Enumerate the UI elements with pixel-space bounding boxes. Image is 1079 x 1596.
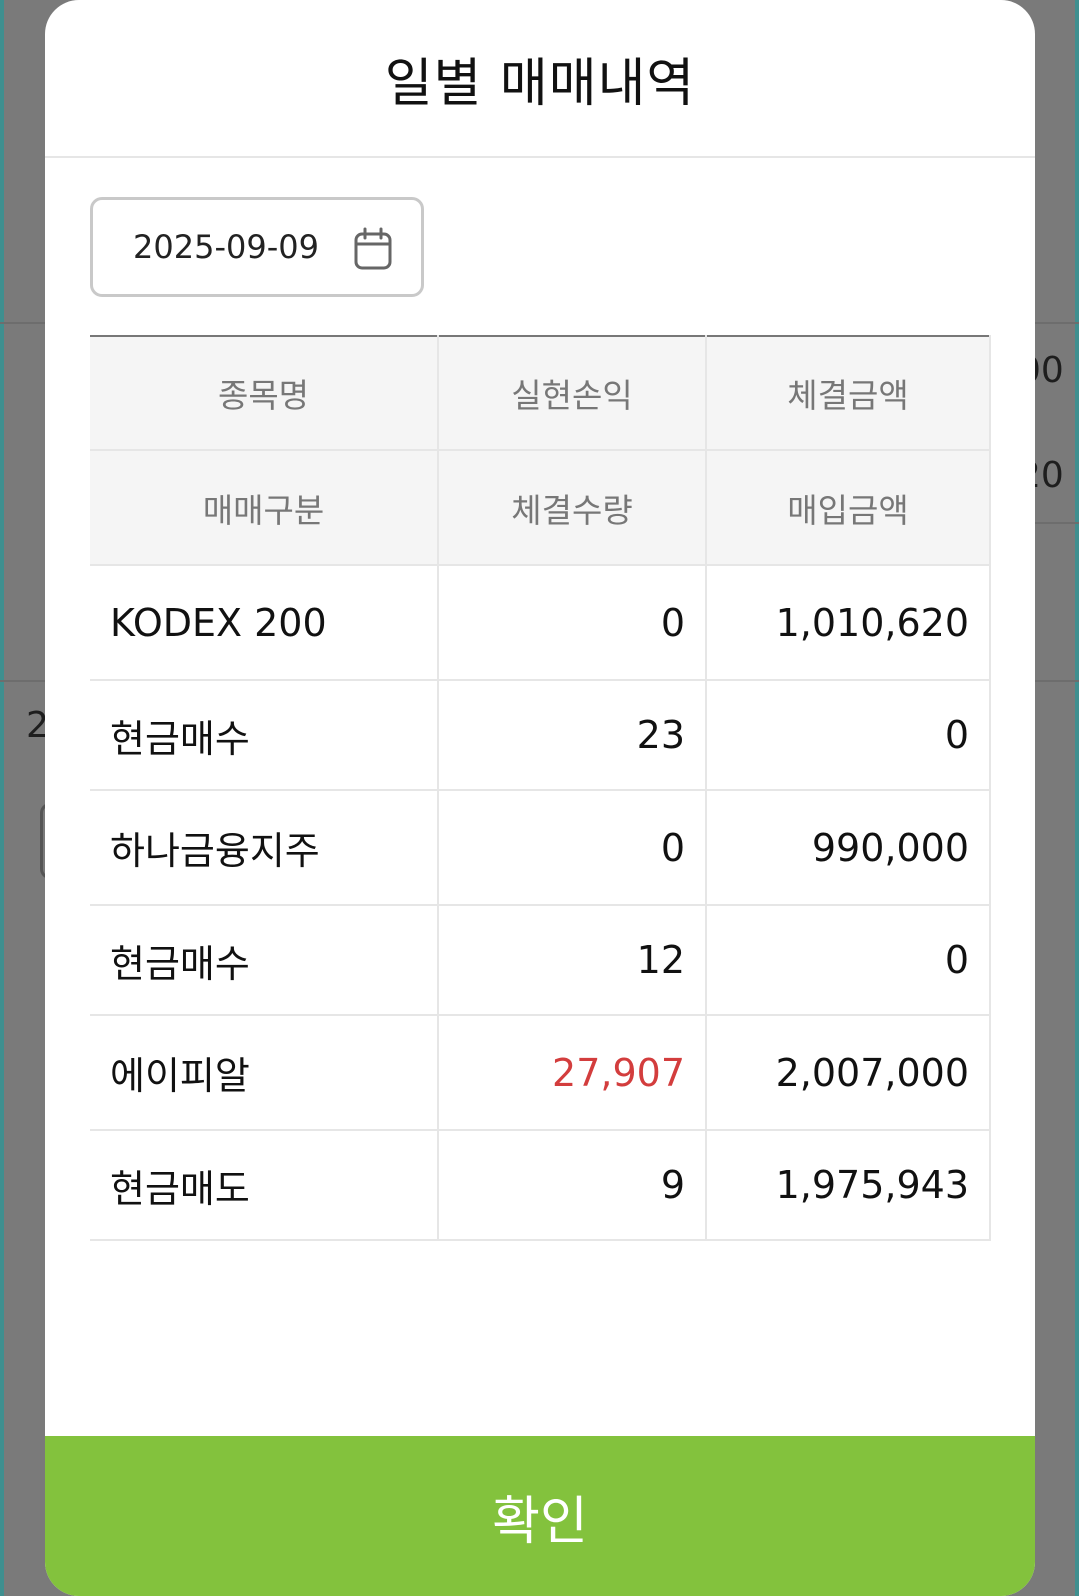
stock-name-cell: KODEX 200 (90, 564, 439, 681)
confirm-button[interactable]: 확인 (45, 1436, 1035, 1596)
modal-title: 일별 매매내역 (384, 53, 696, 114)
header-realized-pnl: 실현손익 (437, 335, 707, 451)
background-divider (1035, 322, 1079, 324)
trade-history-table: 종목명 실현손익 체결금액 매매구분 체결수량 매입금액 KODEX 200 0… (90, 335, 991, 1241)
executed-amount-cell: 1,010,620 (705, 564, 991, 681)
stock-name-cell: 에이피알 (90, 1014, 439, 1131)
table-row: KODEX 200 0 1,010,620 (90, 564, 991, 681)
background-edge-right (1075, 0, 1079, 1596)
calendar-icon (354, 227, 392, 270)
realized-pnl-cell: 0 (437, 789, 707, 906)
executed-amount-cell: 990,000 (705, 789, 991, 906)
header-purchase-amount: 매입금액 (705, 449, 991, 566)
background-divider (0, 322, 45, 324)
trade-type-cell: 현금매수 (90, 679, 439, 791)
background-divider (1035, 522, 1079, 524)
realized-pnl-cell: 0 (437, 564, 707, 681)
table-row: 현금매수 23 0 (90, 679, 991, 791)
date-value: 2025-09-09 (133, 228, 319, 266)
table-header-row: 매매구분 체결수량 매입금액 (90, 449, 991, 566)
trade-type-cell: 현금매도 (90, 1129, 439, 1241)
table-row: 현금매도 9 1,975,943 (90, 1129, 991, 1241)
background-edge-left (0, 0, 4, 1596)
header-executed-qty: 체결수량 (437, 449, 707, 566)
background-divider (0, 680, 45, 682)
daily-trade-history-modal: 일별 매매내역 2025-09-09 종목명 실현손익 체결금액 매매구분 체결… (45, 0, 1035, 1596)
stock-name-cell: 하나금융지주 (90, 789, 439, 906)
table-row: 하나금융지주 0 990,000 (90, 789, 991, 906)
modal-header: 일별 매매내역 (45, 0, 1035, 158)
executed-qty-cell: 23 (437, 679, 707, 791)
purchase-amount-cell: 0 (705, 679, 991, 791)
trade-type-cell: 현금매수 (90, 904, 439, 1016)
header-executed-amount: 체결금액 (705, 335, 991, 451)
table-row: 에이피알 27,907 2,007,000 (90, 1014, 991, 1131)
executed-qty-cell: 9 (437, 1129, 707, 1241)
background-divider (1035, 680, 1079, 682)
executed-qty-cell: 12 (437, 904, 707, 1016)
realized-pnl-cell: 27,907 (437, 1014, 707, 1131)
table-row: 현금매수 12 0 (90, 904, 991, 1016)
purchase-amount-cell: 1,975,943 (705, 1129, 991, 1241)
table-header-row: 종목명 실현손익 체결금액 (90, 335, 991, 451)
executed-amount-cell: 2,007,000 (705, 1014, 991, 1131)
header-stock-name: 종목명 (90, 335, 439, 451)
date-picker-field[interactable]: 2025-09-09 (90, 197, 424, 297)
header-trade-type: 매매구분 (90, 449, 439, 566)
purchase-amount-cell: 0 (705, 904, 991, 1016)
